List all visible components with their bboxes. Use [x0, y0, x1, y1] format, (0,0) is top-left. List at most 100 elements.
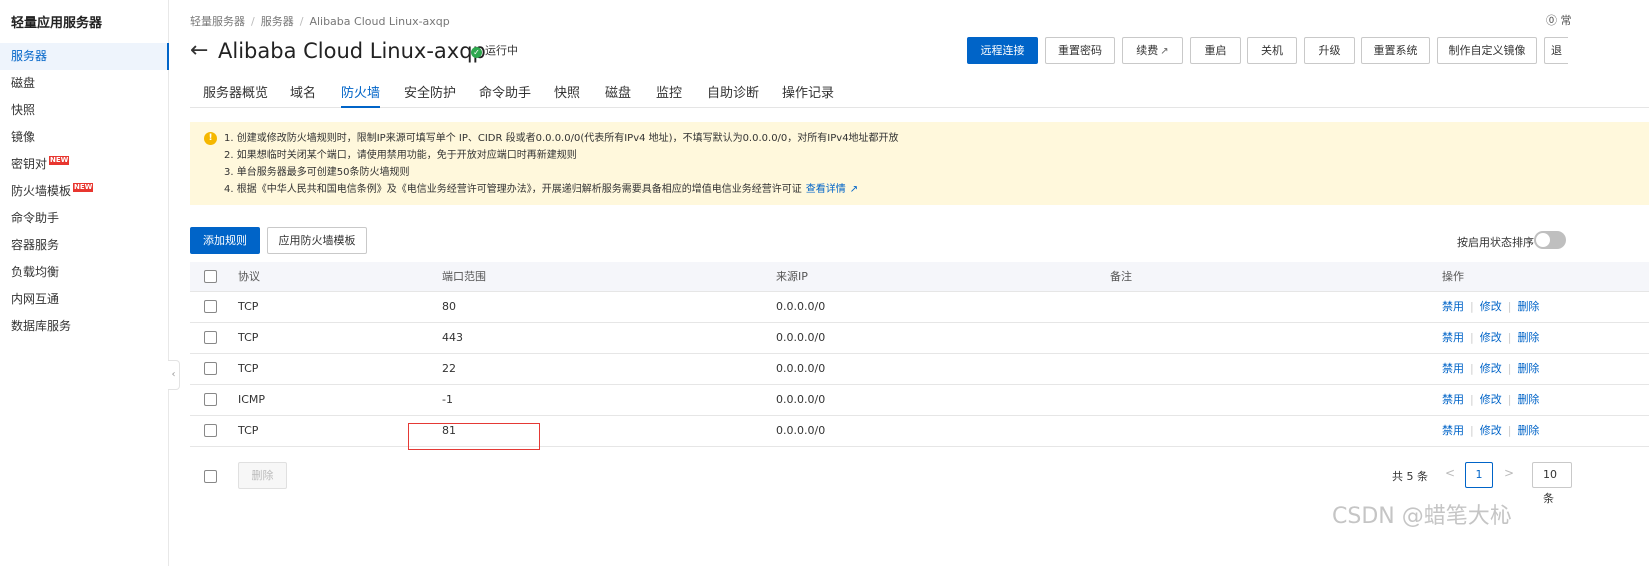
- edit-link[interactable]: 修改: [1480, 424, 1502, 437]
- row-checkbox[interactable]: [204, 362, 217, 375]
- delete-link[interactable]: 删除: [1517, 362, 1539, 375]
- page-number-current[interactable]: 1: [1465, 462, 1493, 488]
- row-checkbox[interactable]: [204, 331, 217, 344]
- cell-source-ip: 0.0.0.0/0: [776, 300, 826, 313]
- cell-source-ip: 0.0.0.0/0: [776, 331, 826, 344]
- delete-link[interactable]: 删除: [1517, 331, 1539, 344]
- edit-link[interactable]: 修改: [1480, 331, 1502, 344]
- page-size-select[interactable]: 10 条: [1532, 462, 1572, 505]
- separator: |: [1507, 331, 1512, 344]
- table-row: TCP 22 0.0.0.0/0 禁用 | 修改 | 删除: [190, 354, 1649, 385]
- disable-link[interactable]: 禁用: [1442, 424, 1464, 437]
- delete-link[interactable]: 删除: [1517, 424, 1539, 437]
- row-checkbox[interactable]: [204, 393, 217, 406]
- select-all-checkbox[interactable]: [204, 270, 217, 283]
- sidebar-item-label: 内网互通: [11, 292, 60, 306]
- tab-operation-log[interactable]: 操作记录: [782, 80, 834, 108]
- sidebar-title: 轻量应用服务器: [11, 16, 103, 31]
- cell-port-range: 80: [442, 300, 456, 313]
- sidebar-item-intranet[interactable]: 内网互通: [0, 286, 169, 313]
- apply-firewall-template-button[interactable]: 应用防火墙模板: [267, 227, 367, 254]
- sidebar-collapse-handle[interactable]: ‹: [168, 360, 180, 390]
- disable-link[interactable]: 禁用: [1442, 300, 1464, 313]
- sidebar-item-images[interactable]: 镜像: [0, 124, 169, 151]
- restart-button[interactable]: 重启: [1190, 37, 1241, 64]
- tab-monitoring[interactable]: 监控: [656, 80, 682, 108]
- renew-button[interactable]: 续费 ↗: [1122, 37, 1183, 64]
- separator: |: [1507, 424, 1512, 437]
- sidebar-item-command-assistant[interactable]: 命令助手: [0, 205, 169, 232]
- sidebar-item-servers[interactable]: 服务器: [0, 43, 169, 70]
- sidebar-item-label: 数据库服务: [11, 319, 72, 333]
- sidebar-item-disks[interactable]: 磁盘: [0, 70, 169, 97]
- breadcrumb-item[interactable]: 轻量服务器: [190, 15, 245, 28]
- back-arrow-icon[interactable]: ←: [190, 38, 208, 64]
- header-source-ip: 来源IP: [776, 270, 808, 283]
- breadcrumb-separator: /: [299, 15, 304, 28]
- add-rule-button[interactable]: 添加规则: [190, 227, 260, 254]
- cell-source-ip: 0.0.0.0/0: [776, 393, 826, 406]
- disable-link[interactable]: 禁用: [1442, 393, 1464, 406]
- shutdown-button[interactable]: 关机: [1247, 37, 1297, 64]
- sidebar-item-label: 密钥对: [11, 157, 48, 171]
- sidebar-item-database[interactable]: 数据库服务: [0, 313, 169, 340]
- sidebar-item-label: 防火墙模板: [11, 184, 72, 198]
- separator: |: [1470, 331, 1474, 344]
- disable-link[interactable]: 禁用: [1442, 362, 1464, 375]
- cell-operations: 禁用 | 修改 | 删除: [1442, 354, 1539, 384]
- tab-command-assistant[interactable]: 命令助手: [479, 80, 531, 108]
- upgrade-button[interactable]: 升级: [1304, 37, 1355, 64]
- cell-operations: 禁用 | 修改 | 删除: [1442, 385, 1539, 415]
- sidebar-item-snapshots[interactable]: 快照: [0, 97, 169, 124]
- sidebar-item-label: 磁盘: [11, 76, 36, 90]
- sidebar-item-container-service[interactable]: 容器服务: [0, 232, 169, 259]
- total-count: 共 5 条: [1392, 470, 1428, 483]
- tab-domain[interactable]: 域名: [290, 80, 316, 108]
- reset-system-button[interactable]: 重置系统: [1361, 37, 1430, 64]
- sidebar-item-label: 命令助手: [11, 211, 60, 225]
- check-circle-icon: ✓: [471, 47, 482, 58]
- tab-self-diagnosis[interactable]: 自助诊断: [707, 80, 759, 108]
- page-title: Alibaba Cloud Linux-axqp: [218, 39, 486, 63]
- row-checkbox[interactable]: [204, 424, 217, 437]
- tab-overview[interactable]: 服务器概览: [203, 80, 268, 108]
- new-badge: NEW: [49, 156, 70, 165]
- external-link-icon: ↗: [1160, 46, 1169, 57]
- renew-label: 续费: [1136, 44, 1159, 57]
- tab-disks[interactable]: 磁盘: [605, 80, 631, 108]
- row-checkbox[interactable]: [204, 300, 217, 313]
- help-icon[interactable]: ⓪ 常: [1546, 12, 1572, 28]
- tab-firewall[interactable]: 防火墙: [341, 80, 381, 108]
- remote-connect-button[interactable]: 远程连接: [967, 37, 1038, 64]
- edit-link[interactable]: 修改: [1480, 362, 1502, 375]
- view-details-link[interactable]: 查看详情: [806, 184, 846, 195]
- sidebar-item-firewall-templates[interactable]: 防火墙模板 NEW: [0, 178, 169, 205]
- footer-select-all-checkbox[interactable]: [204, 470, 217, 483]
- delete-link[interactable]: 删除: [1517, 300, 1539, 313]
- separator: |: [1507, 300, 1512, 313]
- separator: |: [1507, 393, 1512, 406]
- tab-security[interactable]: 安全防护: [404, 80, 456, 108]
- edit-link[interactable]: 修改: [1480, 300, 1502, 313]
- header-protocol: 协议: [238, 270, 260, 283]
- breadcrumb-item[interactable]: 服务器: [261, 15, 294, 28]
- sidebar-item-load-balancer[interactable]: 负载均衡: [0, 259, 169, 286]
- sort-by-status-label: 按启用状态排序: [1457, 236, 1534, 249]
- next-page-icon[interactable]: >: [1504, 466, 1514, 480]
- create-custom-image-button[interactable]: 制作自定义镜像: [1437, 37, 1537, 64]
- reset-password-button[interactable]: 重置密码: [1045, 37, 1115, 64]
- more-button[interactable]: 退: [1544, 37, 1568, 64]
- cell-protocol: TCP: [238, 362, 259, 375]
- sort-by-status-toggle[interactable]: [1534, 231, 1566, 249]
- tab-snapshots[interactable]: 快照: [554, 80, 580, 108]
- prev-page-icon[interactable]: <: [1445, 466, 1455, 480]
- batch-delete-button[interactable]: 删除: [238, 462, 287, 489]
- edit-link[interactable]: 修改: [1480, 393, 1502, 406]
- sidebar-item-keypairs[interactable]: 密钥对 NEW: [0, 151, 169, 178]
- header-operations: 操作: [1442, 270, 1464, 283]
- separator: |: [1507, 362, 1512, 375]
- delete-link[interactable]: 删除: [1517, 393, 1539, 406]
- cell-source-ip: 0.0.0.0/0: [776, 362, 826, 375]
- disable-link[interactable]: 禁用: [1442, 331, 1464, 344]
- sidebar-item-label: 快照: [11, 103, 36, 117]
